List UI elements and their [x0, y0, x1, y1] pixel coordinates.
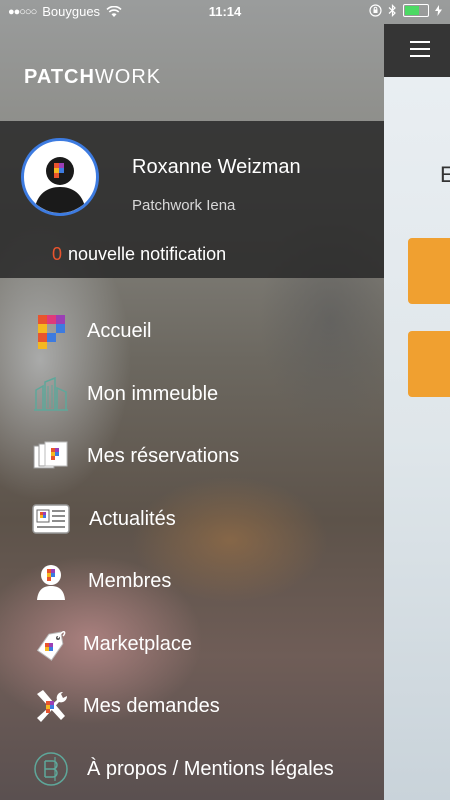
status-bar: ●●○○○ Bouygues 11:14: [0, 0, 450, 24]
underlying-content: E: [384, 77, 450, 800]
battery-icon: [403, 4, 429, 17]
menu-item-mes-reservations[interactable]: Mes réservations: [0, 428, 384, 484]
member-icon: [32, 562, 70, 600]
user-silhouette-icon: [34, 157, 86, 213]
menu-label: Actualités: [89, 507, 176, 530]
menu-label: Mes réservations: [87, 444, 240, 467]
charging-icon: [435, 5, 442, 16]
partial-heading: E: [440, 162, 450, 187]
orientation-lock-icon: [369, 4, 382, 17]
menu-label: Membres: [88, 569, 172, 592]
menu-label: Mes demandes: [83, 694, 220, 717]
menu-item-membres[interactable]: Membres: [0, 553, 384, 609]
brand-logo: PATCHWORK: [24, 66, 162, 88]
menu-label: À propos / Mentions légales: [87, 757, 334, 780]
app-header: [384, 24, 450, 77]
action-button-2[interactable]: [408, 331, 450, 397]
navigation-drawer: PATCHWORK Roxanne Weizman Patchwork Iena…: [0, 0, 384, 800]
avatar[interactable]: [21, 138, 99, 216]
menu-item-actualites[interactable]: Actualités: [0, 491, 384, 547]
hamburger-menu-icon[interactable]: [410, 41, 430, 62]
notification-count: 0: [52, 244, 63, 264]
menu-item-accueil[interactable]: Accueil: [0, 303, 384, 359]
newspaper-icon: [32, 500, 70, 538]
action-button-1[interactable]: [408, 238, 450, 304]
menu-label: Accueil: [87, 319, 152, 342]
menu-item-a-propos[interactable]: À propos / Mentions légales: [0, 741, 384, 797]
menu-label: Mon immeuble: [87, 382, 219, 405]
underlying-screen: E: [384, 0, 450, 800]
user-name: Roxanne Weizman: [132, 156, 301, 178]
building-icon: [32, 375, 70, 413]
tools-icon: [32, 687, 70, 725]
menu-item-mon-immeuble[interactable]: Mon immeuble: [0, 366, 384, 422]
menu-item-mes-demandes[interactable]: Mes demandes: [0, 678, 384, 734]
status-icons: [369, 4, 442, 17]
menu-item-marketplace[interactable]: Marketplace: [0, 616, 384, 672]
battery-level: [405, 6, 420, 15]
user-company: Patchwork Iena: [132, 197, 236, 214]
info-icon: [32, 750, 70, 788]
tag-icon: [32, 625, 70, 663]
profile-section[interactable]: Roxanne Weizman Patchwork Iena 0 nouvelle…: [0, 121, 384, 278]
bluetooth-icon: [388, 4, 396, 17]
menu-label: Marketplace: [83, 632, 192, 655]
notification-link[interactable]: 0 nouvelle notification: [52, 244, 226, 265]
reservations-icon: [32, 437, 70, 475]
notification-text: nouvelle notification: [68, 244, 227, 264]
patchwork-logo-icon: [32, 312, 70, 350]
